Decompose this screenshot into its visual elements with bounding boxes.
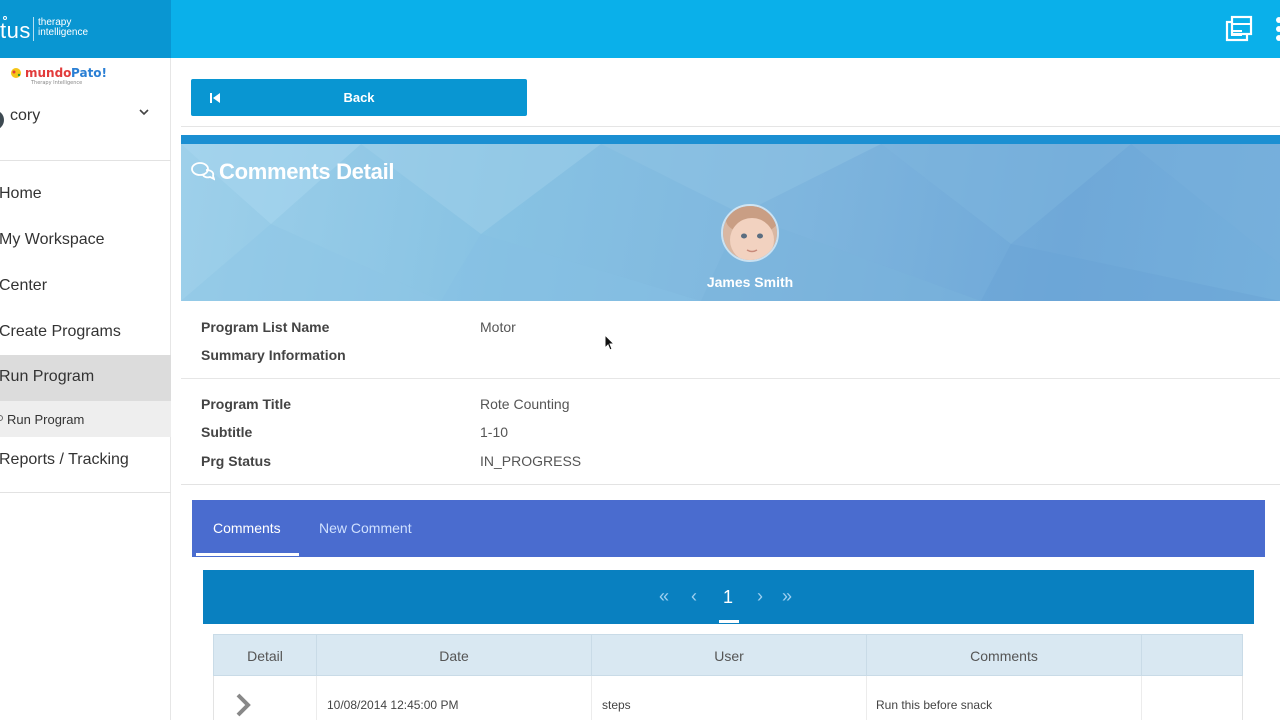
sidebar-item-my-workspace[interactable]: My Workspace xyxy=(0,218,171,264)
info-divider xyxy=(181,378,1280,379)
sidebar-subitem-label: Run Program xyxy=(7,412,85,427)
sidebar-divider xyxy=(0,160,171,161)
column-header-date[interactable]: Date xyxy=(317,648,591,664)
column-divider xyxy=(1141,635,1142,677)
field-value: Motor xyxy=(480,319,516,335)
sidebar-item-label: Reports / Tracking xyxy=(0,451,129,468)
bullet-icon xyxy=(0,415,3,421)
current-page-indicator xyxy=(719,620,739,623)
field-value: 1-10 xyxy=(480,424,509,440)
field-label: Subtitle xyxy=(201,424,253,440)
next-page-button[interactable]: › xyxy=(757,586,763,607)
sidebar-item-reports-tracking[interactable]: Reports / Tracking xyxy=(0,438,171,484)
more-icon[interactable] xyxy=(1270,16,1280,42)
svg-text:Pato!: Pato! xyxy=(71,66,107,80)
last-page-button[interactable]: » xyxy=(782,586,792,607)
sidebar-item-label: Create Programs xyxy=(0,323,121,340)
cell-date: 10/08/2014 12:45:00 PM xyxy=(327,698,459,712)
tab-new-comment[interactable]: New Comment xyxy=(319,520,412,536)
brand-subtitle: therapy intelligence xyxy=(38,18,98,38)
sidebar: mundo Pato! Therapy Intelligence cory Ho… xyxy=(0,58,171,720)
field-label: Summary Information xyxy=(201,347,346,363)
table-header: Detail Date User Comments xyxy=(213,634,1243,677)
tabs-bar: Comments New Comment xyxy=(192,500,1265,557)
brand-subtitle-line-2: intelligence xyxy=(38,27,89,38)
chevron-right-icon[interactable] xyxy=(234,692,254,718)
patient-avatar xyxy=(721,204,779,262)
column-header-comments[interactable]: Comments xyxy=(867,648,1141,664)
brand-divider xyxy=(33,17,34,41)
patient-name: James Smith xyxy=(706,274,794,290)
column-header-user[interactable]: User xyxy=(592,648,866,664)
status-value: IN_PROGRESS xyxy=(480,453,582,469)
cell-user: steps xyxy=(602,698,631,712)
sidebar-item-label: Home xyxy=(0,185,42,202)
svg-text:Therapy Intelligence: Therapy Intelligence xyxy=(30,80,82,86)
page-title: Comments Detail xyxy=(219,159,395,184)
field-label: Prg Status xyxy=(201,453,272,469)
program-info-panel: Program List Name Motor Summary Informat… xyxy=(181,301,1280,485)
brand-logo[interactable]: tus therapy intelligence xyxy=(0,0,171,58)
user-name: cory xyxy=(10,107,41,124)
sidebar-subitem-run-program[interactable]: Run Program xyxy=(0,401,171,437)
field-value: Rote Counting xyxy=(480,396,570,412)
first-page-button[interactable]: « xyxy=(659,586,669,607)
user-menu[interactable]: cory xyxy=(0,102,171,132)
svg-text:mundo: mundo xyxy=(25,66,71,80)
mouse-cursor-icon xyxy=(604,334,616,351)
pagination: « ‹ 1 › » xyxy=(203,570,1254,624)
current-page[interactable]: 1 xyxy=(723,587,733,608)
user-avatar xyxy=(0,110,4,130)
sidebar-item-label: My Workspace xyxy=(0,231,105,248)
sidebar-item-home[interactable]: Home xyxy=(0,172,171,218)
detail-top-bar xyxy=(181,135,1280,144)
comments-icon xyxy=(191,162,215,181)
sidebar-item-label: Run Program xyxy=(0,368,95,385)
field-label: Program Title xyxy=(201,396,291,412)
sidebar-item-label: Center xyxy=(0,277,48,294)
prev-page-button[interactable]: ‹ xyxy=(691,586,697,607)
top-header: tus therapy intelligence xyxy=(0,0,1280,58)
cell-divider xyxy=(866,676,867,720)
brand-text: tus xyxy=(0,18,31,43)
sidebar-item-create-programs[interactable]: Create Programs xyxy=(0,310,171,356)
cell-comments: Run this before snack xyxy=(876,698,993,712)
tab-comments[interactable]: Comments xyxy=(213,520,281,536)
mundo-pato-logo[interactable]: mundo Pato! Therapy Intelligence xyxy=(9,64,119,86)
chevron-down-icon[interactable] xyxy=(138,106,150,118)
sidebar-divider xyxy=(0,492,171,493)
cell-divider xyxy=(316,676,317,720)
back-button-label: Back xyxy=(343,90,375,105)
detail-hero: Comments Detail James Smith xyxy=(181,144,1280,301)
windows-icon[interactable] xyxy=(1224,14,1254,44)
cell-divider xyxy=(1141,676,1142,720)
back-button[interactable]: Back xyxy=(191,79,527,116)
table-row[interactable]: 10/08/2014 12:45:00 PM steps Run this be… xyxy=(213,676,1243,720)
cell-divider xyxy=(591,676,592,720)
sidebar-item-run-program[interactable]: Run Program xyxy=(0,355,171,401)
sidebar-item-center[interactable]: Center xyxy=(0,264,171,310)
column-header-detail[interactable]: Detail xyxy=(214,648,316,664)
active-tab-indicator xyxy=(196,553,299,556)
field-label: Program List Name xyxy=(201,319,330,335)
